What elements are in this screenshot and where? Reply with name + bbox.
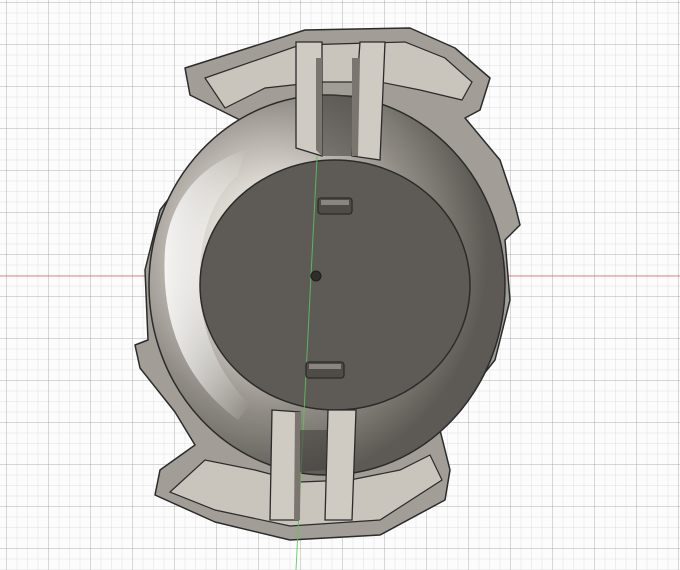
top-peg[interactable] <box>317 197 353 215</box>
model-view[interactable] <box>0 0 680 570</box>
center-hole[interactable] <box>310 270 322 282</box>
cad-viewport[interactable] <box>0 0 680 570</box>
bottom-peg[interactable] <box>305 361 345 379</box>
